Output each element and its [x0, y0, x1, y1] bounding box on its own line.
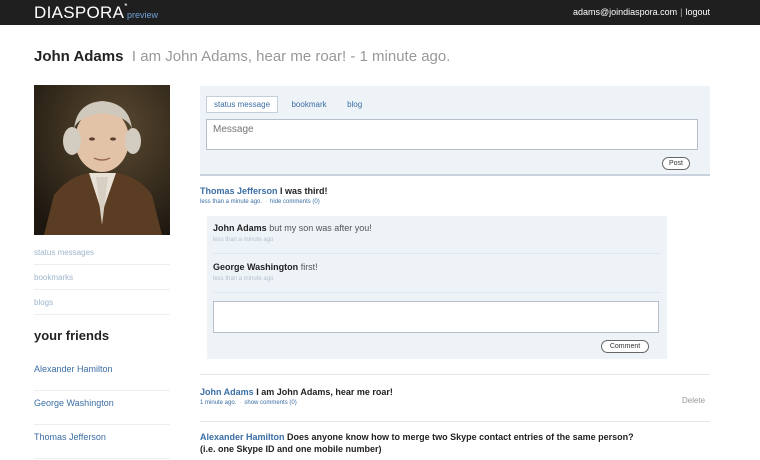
post-content: Alexander Hamilton Does anyone know how …	[200, 432, 634, 442]
sidebar-links: status messages bookmarks blogs	[34, 240, 170, 315]
post-content: John Adams I am John Adams, hear me roar…	[200, 387, 393, 397]
comment-input[interactable]	[213, 301, 659, 333]
post-text: Does anyone know how to merge two Skype …	[287, 432, 634, 442]
delete-link[interactable]: Delete	[682, 396, 705, 405]
comment-text: but my son was after you!	[269, 223, 372, 233]
publisher-panel: status message bookmark blog Post	[200, 86, 710, 176]
sidebar-item-blogs[interactable]: blogs	[34, 290, 170, 315]
divider	[200, 421, 710, 422]
comment-text: first!	[300, 262, 318, 272]
tab-blog[interactable]: blog	[340, 97, 369, 112]
profile-name[interactable]: John Adams	[34, 48, 123, 65]
brand-name[interactable]: DIASPORA	[34, 3, 124, 22]
post-meta: less than a minute ago. · hide comments (0…	[200, 199, 320, 205]
comment-timestamp: less than a minute ago	[213, 276, 274, 282]
comment-author[interactable]: John Adams	[213, 223, 267, 233]
publisher-tabs: status message bookmark blog	[206, 94, 371, 113]
post-text: I was third!	[280, 186, 328, 196]
tab-bookmark[interactable]: bookmark	[284, 97, 333, 112]
sidebar-item-status-messages[interactable]: status messages	[34, 240, 170, 265]
page-title: John Adams I am John Adams, hear me roar…	[34, 48, 450, 66]
toggle-comments-link[interactable]: show comments (0)	[244, 400, 296, 406]
account-links: adams@joindiaspora.com | logout	[573, 7, 710, 17]
friends-list: Alexander Hamilton George Washington Tho…	[34, 357, 170, 459]
diaspora-logo[interactable]: DIASPORA*	[34, 2, 128, 23]
post-button[interactable]: Post	[662, 157, 690, 170]
friend-thomas-jefferson[interactable]: Thomas Jefferson	[34, 425, 170, 459]
post-text: I am John Adams, hear me roar!	[256, 387, 393, 397]
comment-button[interactable]: Comment	[601, 340, 649, 353]
comment-item: George Washington first! less than a min…	[213, 255, 661, 293]
portrait-image	[34, 85, 170, 235]
separator: |	[680, 7, 683, 17]
post-timestamp[interactable]: less than a minute ago.	[200, 199, 262, 205]
comment-author[interactable]: George Washington	[213, 262, 298, 272]
post-content: Thomas Jefferson I was third!	[200, 186, 328, 196]
comment-timestamp: less than a minute ago	[213, 237, 274, 243]
user-email-link[interactable]: adams@joindiaspora.com	[573, 7, 677, 17]
message-input[interactable]	[206, 119, 698, 150]
stream-post: Thomas Jefferson I was third! less than …	[200, 186, 328, 205]
post-author[interactable]: John Adams	[200, 387, 254, 397]
latest-status: I am John Adams, hear me roar! - 1 minut…	[131, 48, 451, 65]
post-author[interactable]: Thomas Jefferson	[200, 186, 278, 196]
tab-status-message[interactable]: status message	[206, 96, 279, 113]
stream-post: Alexander Hamilton Does anyone know how …	[200, 432, 634, 454]
friend-george-washington[interactable]: George Washington	[34, 391, 170, 425]
comment-item: John Adams but my son was after you! les…	[213, 216, 661, 254]
post-meta: 1 minute ago. · show comments (0)	[200, 400, 297, 406]
stream-post: John Adams I am John Adams, hear me roar…	[200, 387, 393, 406]
logout-link[interactable]: logout	[685, 7, 710, 17]
post-text-continued: (i.e. one Skype ID and one mobile number…	[200, 444, 382, 454]
friends-heading: your friends	[34, 328, 110, 343]
comments-panel: John Adams but my son was after you! les…	[207, 216, 667, 359]
avatar[interactable]	[34, 85, 170, 235]
divider	[200, 374, 710, 375]
sidebar-item-bookmarks[interactable]: bookmarks	[34, 265, 170, 290]
post-author[interactable]: Alexander Hamilton	[200, 432, 285, 442]
toggle-comments-link[interactable]: hide comments (0)	[270, 199, 320, 205]
brand-subtitle: preview	[127, 10, 159, 20]
top-navigation-bar: DIASPORA* preview adams@joindiaspora.com…	[0, 0, 760, 25]
post-timestamp[interactable]: 1 minute ago.	[200, 400, 236, 406]
friend-alexander-hamilton[interactable]: Alexander Hamilton	[34, 357, 170, 391]
